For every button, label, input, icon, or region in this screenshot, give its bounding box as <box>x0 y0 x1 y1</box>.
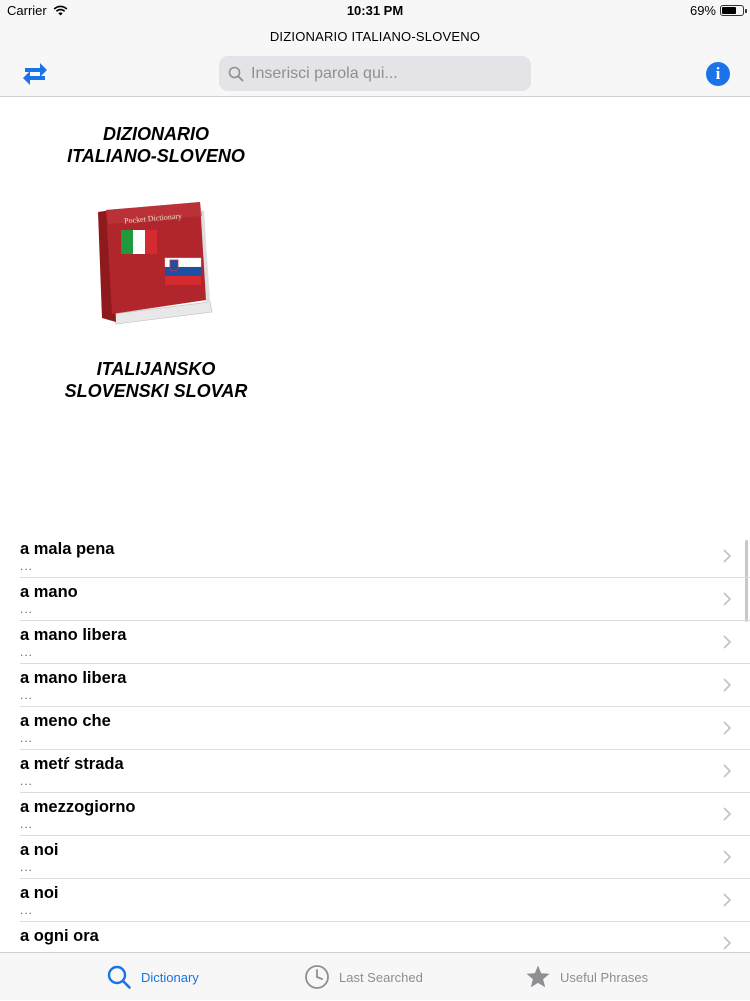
entry-meaning: ... <box>20 645 34 659</box>
dictionary-book-image: Pocket Dictionary <box>98 202 213 325</box>
tab-useful-phrases[interactable]: Useful Phrases <box>525 953 648 1001</box>
entry-word: a noi <box>20 841 59 859</box>
entry-meaning: ... <box>20 602 34 616</box>
list-item[interactable]: a noi... <box>0 836 750 879</box>
status-bar: Carrier 10:31 PM 69% <box>0 0 750 22</box>
battery-cap <box>745 9 747 13</box>
list-item[interactable]: a meno che... <box>0 707 750 750</box>
info-button[interactable]: i <box>706 62 730 86</box>
chevron-right-icon <box>723 635 731 649</box>
chevron-right-icon <box>723 807 731 821</box>
search-icon <box>107 965 131 989</box>
list-item[interactable]: a mezzogiorno... <box>0 793 750 836</box>
list-item[interactable]: a noi... <box>0 879 750 922</box>
slovenian-flag <box>164 257 202 285</box>
list-item[interactable]: a mano libera... <box>0 664 750 707</box>
chevron-right-icon <box>723 893 731 907</box>
chevron-right-icon <box>723 936 731 950</box>
tab-label: Useful Phrases <box>560 969 649 985</box>
chevron-right-icon <box>723 592 731 606</box>
chevron-right-icon <box>723 721 731 735</box>
entry-word: a ogni ora <box>20 927 99 945</box>
entry-meaning: ... <box>20 903 34 917</box>
navigation-bar: DIZIONARIO ITALIANO-SLOVENO i <box>0 22 750 97</box>
entry-meaning: ... <box>20 817 34 831</box>
subtitle-line-1: ITALIJANSKO <box>96 359 216 379</box>
italian-title: DIZIONARIO ITALIANO-SLOVENO <box>40 123 272 167</box>
battery-percent: 69% <box>689 3 716 18</box>
swap-language-button[interactable] <box>20 60 50 88</box>
title-line-2: ITALIANO-SLOVENO <box>67 146 245 166</box>
entry-word: a metŕ strada <box>20 755 124 773</box>
chevron-right-icon <box>723 850 731 864</box>
search-icon <box>228 66 244 81</box>
tab-bar: Dictionary Last Searched Useful Phrases <box>0 952 750 1000</box>
list-item[interactable]: a mala pena... <box>0 535 750 578</box>
word-list: a mala pena... a mano... a mano libera... a… <box>0 535 750 952</box>
entry-meaning: ... <box>20 860 34 874</box>
chevron-right-icon <box>723 764 731 778</box>
battery-level <box>722 7 736 14</box>
entry-word: a mano libera <box>20 669 127 687</box>
battery-icon <box>720 5 747 16</box>
entry-meaning: ... <box>20 731 34 745</box>
list-item[interactable]: a mano libera... <box>0 621 750 664</box>
entry-word: a mala pena <box>20 540 115 558</box>
nav-title: DIZIONARIO ITALIANO-SLOVENO <box>269 29 481 44</box>
list-item[interactable]: a ogni ora... <box>0 922 750 952</box>
tab-label: Last Searched <box>339 969 423 985</box>
entry-word: a mano <box>20 583 78 601</box>
dictionary-header: DIZIONARIO ITALIANO-SLOVENO Pocket Dicti… <box>0 96 750 536</box>
entry-meaning: ... <box>20 774 34 788</box>
clock-icon <box>305 965 329 989</box>
entry-word: a mano libera <box>20 626 127 644</box>
entry-word: a mezzogiorno <box>20 798 136 816</box>
chevron-right-icon <box>723 549 731 563</box>
status-right: 69% <box>689 3 747 18</box>
tab-dictionary[interactable]: Dictionary <box>106 953 199 1001</box>
entry-word: a noi <box>20 884 59 902</box>
info-icon: i <box>715 64 721 83</box>
italian-flag <box>121 230 157 254</box>
search-bar[interactable] <box>219 56 531 91</box>
list-item[interactable]: a mano... <box>0 578 750 621</box>
slovenian-title: ITALIJANSKO SLOVENSKI SLOVAR <box>40 358 272 402</box>
status-time: 10:31 PM <box>346 3 404 18</box>
list-item[interactable]: a metŕ strada... <box>0 750 750 793</box>
entry-meaning: ... <box>20 688 34 702</box>
swap-language-icon <box>23 63 47 85</box>
chevron-right-icon <box>723 678 731 692</box>
search-input[interactable] <box>249 63 523 84</box>
star-icon <box>526 965 550 988</box>
subtitle-line-2: SLOVENSKI SLOVAR <box>64 381 248 401</box>
title-line-1: DIZIONARIO <box>103 124 209 144</box>
tab-label: Dictionary <box>141 969 199 985</box>
entry-word: a meno che <box>20 712 111 730</box>
tab-last-searched[interactable]: Last Searched <box>304 953 423 1001</box>
entry-meaning: ... <box>20 559 34 573</box>
